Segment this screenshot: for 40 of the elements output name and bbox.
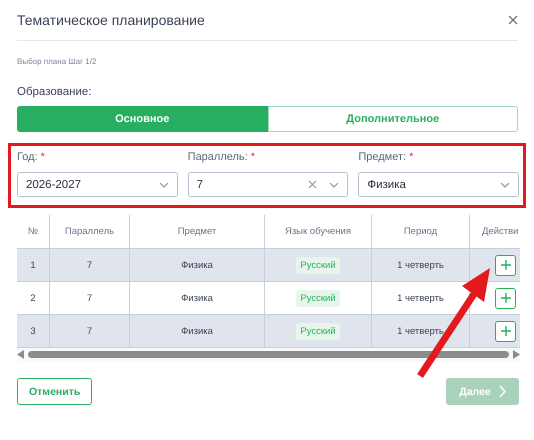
scroll-right-icon[interactable] [513, 350, 520, 359]
field-label: Год: * [17, 150, 46, 164]
clear-icon[interactable] [308, 180, 318, 189]
plus-icon [500, 293, 510, 303]
column-header: Предмет [130, 215, 265, 248]
add-button[interactable] [495, 254, 516, 276]
column-header: Действи [481, 225, 520, 239]
scroll-left-icon[interactable] [17, 350, 24, 359]
field-label: Предмет: * [358, 150, 414, 164]
field-label: Параллель: * [188, 150, 256, 164]
section-label: Образование: [17, 85, 92, 100]
select-field[interactable]: 7 [188, 172, 348, 197]
column-header: № [17, 215, 50, 248]
column-header: Параллель [50, 215, 130, 248]
plus-icon [500, 260, 510, 270]
close-icon[interactable] [508, 15, 518, 25]
language-tag: Русский [296, 290, 340, 306]
table-cell: 7 [50, 249, 130, 282]
chevron-right-icon [498, 385, 506, 398]
column-header: Язык обучения [265, 215, 372, 248]
chevron-down-icon [158, 182, 169, 188]
cancel-button[interactable]: Отменить [17, 378, 92, 405]
chevron-down-icon [329, 182, 340, 188]
select-field[interactable]: Физика [358, 172, 519, 197]
table-cell: 1 [17, 249, 50, 282]
plus-icon [500, 326, 510, 336]
add-button[interactable] [495, 288, 516, 308]
step-text: Выбор плана Шаг 1/2 [17, 56, 98, 68]
select-field[interactable]: 2026-2027 [17, 172, 178, 197]
language-tag: Русский [296, 256, 340, 274]
horizontal-scrollbar[interactable] [17, 348, 520, 361]
segment-tab[interactable]: Дополнительное [268, 106, 518, 132]
table-cell: 1 четверть [372, 249, 470, 282]
chevron-down-icon [500, 182, 510, 188]
segment-tab[interactable]: Основное [17, 106, 268, 132]
dialog-title: Тематическое планирование [17, 12, 205, 28]
language-tag: Русский [296, 322, 340, 340]
column-header: Период [372, 215, 470, 248]
add-button[interactable] [495, 320, 516, 342]
table-cell: Физика [130, 249, 265, 282]
